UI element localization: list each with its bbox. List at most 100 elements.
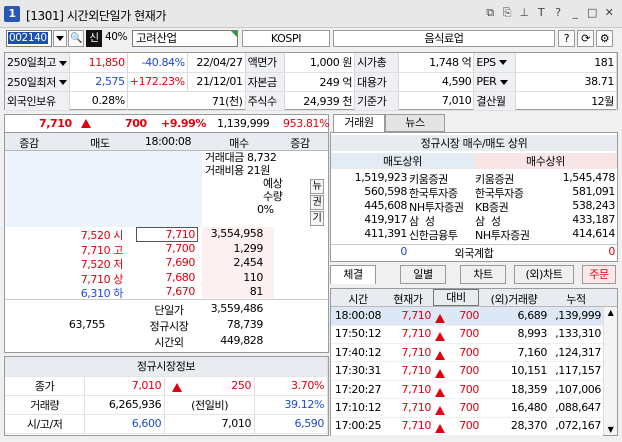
settings-button[interactable]: ⚙ [596,30,613,47]
value-par-value: 1,000 원 [284,53,356,73]
sell-broker[interactable]: 신한금융투 [409,227,458,243]
tick-cumulative: ,139,999 [555,309,601,322]
tick-volume: 10,151 [510,364,547,378]
side-rights-button[interactable]: 권 [310,195,324,210]
label-substitute-price: 대용가 [354,72,399,92]
trade-tabs: 체결 일별 차트 (외)차트 주문 [330,265,618,284]
side-news-button[interactable]: 뉴 [310,179,324,194]
value-settlement-month: 12월 [515,91,617,111]
header-price: 현재가 [393,293,423,306]
broker-row: 560,598 한국투자증 한국투자증 581,091 [331,185,617,200]
sell-volume: 560,598 [364,185,407,198]
close-change: 250 [164,376,256,396]
tab-trades[interactable]: 체결 [330,265,376,284]
bid-row[interactable]: 7,710 상 7,680 110 [5,271,328,286]
label-vs-prev: (전일비) [164,395,256,415]
maximize-icon[interactable]: □ [585,6,599,20]
trade-ticks-header: 시간 현재가 대비 (외)거래량 누적 [331,289,617,307]
tick-time: 17:50:12 [334,327,382,341]
header-bid: 매수 [229,137,249,150]
copy-icon[interactable]: ⎘ [500,6,514,20]
order-button[interactable]: 주문 [582,265,616,284]
tick-price: 7,710 [401,345,432,359]
tick-cumulative: ,107,006 [555,382,601,396]
bid-price: 7,700 [165,241,196,255]
date-250-low: 21/12/01 [187,72,246,92]
link-icon[interactable]: ⧉ [483,6,497,20]
scrollbar[interactable]: ▲ ▼ [603,307,617,435]
tab-chart[interactable]: 차트 [460,265,506,284]
label-250-high: 250일최고 [5,53,71,73]
header-cumulative: 누적 [566,293,586,306]
tab-foreign-chart[interactable]: (외)차트 [514,265,574,284]
bid-volume: 2,454 [233,256,264,269]
help-icon[interactable]: ? [551,6,565,20]
trade-summary: 거래대금 8,732 거래비용 21원 예상 수량 0% [205,151,327,227]
trade-ticks: 시간 현재가 대비 (외)거래량 누적 18:00:08 7,710 700 6,68… [330,288,618,436]
sell-volume: 1,519,923 [354,171,408,184]
tick-change: 700 [459,345,479,359]
header-ask-change: 증감 [19,137,39,150]
pin-icon[interactable]: ⊥ [517,6,531,20]
value-trade-cost: 21원 [247,164,270,177]
help-button[interactable]: ? [558,30,575,47]
tick-volume: 16,480 [510,401,547,414]
tick-price: 7,710 [401,309,432,322]
label-eps[interactable]: EPS [473,53,517,73]
tick-cumulative: ,117,157 [555,364,601,378]
value-trade-amount: 8,732 [247,151,277,164]
broker-row: 1,519,923 키움증권 키움증권 1,545,478 [331,171,617,186]
tab-news[interactable]: 뉴스 [385,114,445,132]
buy-volume: 538,243 [572,199,615,212]
bid-row[interactable]: 7,520 시 7,710 3,554,958 [5,227,328,242]
code-dropdown-button[interactable] [53,30,67,47]
refresh-button[interactable]: ⟳ [577,30,594,47]
tick-row: 17:30:31 7,710 700 10,151 ,117,157 [331,362,603,381]
label-close: 종가 [5,376,86,396]
label-capital: 자본금 [245,72,286,92]
label-per[interactable]: PER [473,72,517,92]
scroll-down-icon[interactable]: ▼ [605,424,616,435]
date-250-high: 22/04/27 [187,53,246,73]
trade-volume: 1,139,999 [217,117,270,130]
stock-name-field[interactable]: 고려산업 [132,30,238,47]
bid-volume: 81 [249,285,264,298]
tick-row: 17:40:12 7,710 700 7,160 ,124,317 [331,343,603,363]
label-volume: 거래량 [5,395,86,415]
search-button[interactable]: 🔍 [68,30,84,47]
minimize-icon[interactable]: _ [568,6,582,20]
tick-row: 18:00:08 7,710 700 6,689 ,139,999 [331,307,603,326]
tick-price: 7,710 [401,401,432,414]
broker-ranking: 정규시장 매수/매도 상위 매도상위 매수상위 1,519,923 키움증권 키… [330,132,618,262]
green-corner-icon [231,31,237,37]
bid-row[interactable]: 6,310 하 7,670 81 [5,285,328,300]
scroll-up-icon[interactable]: ▲ [605,307,616,318]
value-250-high: 11,850 [69,53,128,73]
font-icon[interactable]: T [534,6,548,20]
rate-250-low: +172.23% [127,72,188,92]
tab-broker[interactable]: 거래원 [333,114,385,132]
tick-price: 7,710 [401,382,432,396]
stock-code-input[interactable]: 002140 [6,30,52,47]
current-price-bar: 7,710 700 +9.99% 1,139,999 953.81% [4,114,330,133]
tick-cumulative: ,133,310 [555,327,601,341]
tick-change: 700 [459,419,479,433]
tick-row: 17:20:27 7,710 700 18,359 ,107,006 [331,380,603,400]
tab-daily[interactable]: 일별 [400,265,446,284]
label-settlement-month: 결산월 [473,91,517,111]
buy-broker[interactable]: NH투자증권 [475,227,530,243]
side-org-button[interactable]: 기 [310,211,324,226]
header-ask: 매도 [90,137,110,150]
value-low: 6,590 [254,414,328,434]
broker-row: 419,917 삼 성 삼 성 433,187 [331,213,617,228]
close-icon[interactable]: ✕ [602,6,616,20]
bid-row[interactable]: 7,710 고 7,700 1,299 [5,242,328,257]
tick-volume: 8,993 [517,327,548,341]
tick-change: 700 [459,382,479,396]
value-close: 7,010 [84,376,166,396]
order-book-summary: 63,755 단일가 3,559,486 정규시장 78,739 시간외 449… [5,299,328,351]
header-change[interactable]: 대비 [433,289,479,306]
bid-row[interactable]: 7,520 저 7,690 2,454 [5,256,328,271]
sell-volume: 411,391 [364,227,407,240]
sell-volume: 445,608 [364,199,407,212]
